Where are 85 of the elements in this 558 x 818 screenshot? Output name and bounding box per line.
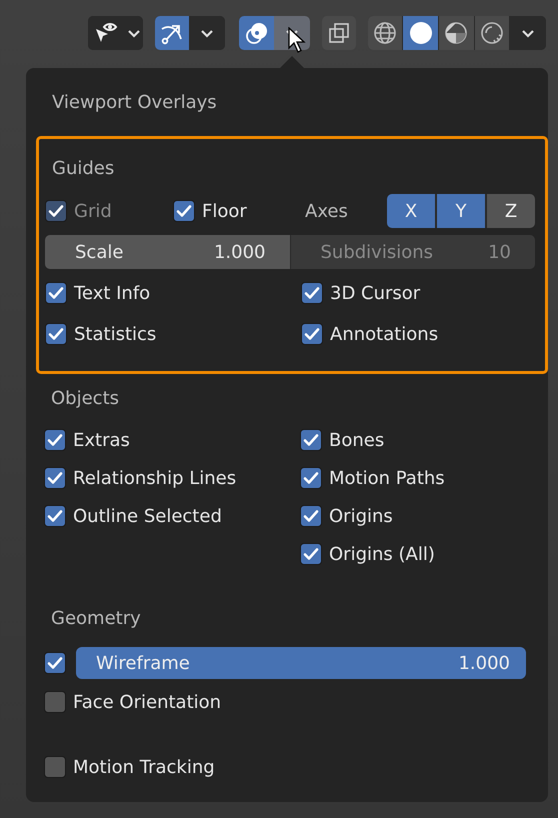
checkbox-square[interactable] bbox=[45, 282, 67, 304]
checkbox-label: Relationship Lines bbox=[73, 468, 236, 488]
wireframe-slider[interactable]: Wireframe 1.000 bbox=[76, 647, 526, 679]
section-heading: Objects bbox=[50, 388, 120, 411]
caret-icon bbox=[126, 28, 141, 38]
checkbox-square[interactable] bbox=[44, 467, 66, 489]
checkbox[interactable]: Origins bbox=[300, 502, 548, 530]
checkbox-label: Origins bbox=[329, 506, 393, 526]
checkmark-icon bbox=[176, 204, 192, 218]
scale-field[interactable]: Scale 1.000 bbox=[45, 235, 290, 269]
checkbox-square[interactable] bbox=[300, 429, 322, 451]
axis-toggle[interactable]: Z bbox=[487, 194, 535, 228]
checkbox-label: Face Orientation bbox=[73, 692, 222, 712]
overlay-circles-icon bbox=[244, 20, 270, 46]
sphere-icon bbox=[408, 21, 433, 45]
overlay-toggle[interactable] bbox=[238, 16, 274, 50]
checkbox-square[interactable] bbox=[301, 282, 323, 304]
checkbox[interactable]: Bones bbox=[300, 426, 548, 454]
shading-button[interactable] bbox=[439, 16, 474, 50]
checkmark-icon bbox=[48, 204, 64, 218]
checkmark-icon bbox=[48, 286, 64, 300]
checkbox[interactable]: Statistics bbox=[45, 320, 301, 348]
checkbox-square[interactable] bbox=[45, 323, 67, 345]
checkbox[interactable]: Face Orientation bbox=[44, 688, 300, 716]
checkbox[interactable]: Motion Paths bbox=[300, 464, 548, 492]
checkbox-square[interactable] bbox=[173, 200, 195, 222]
checkbox[interactable]: Text Info bbox=[45, 279, 301, 307]
checkmark-icon bbox=[304, 286, 320, 300]
checkmark-icon bbox=[47, 509, 63, 523]
checkmark-icon bbox=[47, 656, 63, 670]
overlapping-squares-icon bbox=[326, 21, 351, 45]
checkmark-icon bbox=[303, 509, 319, 523]
checkmark-icon bbox=[47, 471, 63, 485]
checkmark-icon bbox=[303, 547, 319, 561]
checkbox-label: Grid bbox=[74, 200, 112, 222]
axis-toggle[interactable]: X bbox=[387, 194, 435, 228]
checkbox-square[interactable] bbox=[300, 467, 322, 489]
checkmark-icon bbox=[48, 327, 64, 341]
shading-button[interactable] bbox=[368, 16, 402, 50]
checkbox-square[interactable] bbox=[44, 505, 66, 527]
checkbox-label: Extras bbox=[73, 430, 130, 450]
shading-button[interactable] bbox=[403, 16, 438, 50]
checkbox[interactable]: Origins (All) bbox=[300, 540, 548, 568]
checkbox-label: Floor bbox=[202, 200, 247, 222]
checkbox-label: Origins (All) bbox=[329, 544, 435, 564]
checkbox-label: Motion Paths bbox=[329, 468, 445, 488]
section-heading: Geometry bbox=[50, 608, 142, 631]
checkbox[interactable]: Floor bbox=[173, 197, 305, 225]
checkbox-square[interactable] bbox=[44, 652, 66, 674]
checkbox[interactable]: Outline Selected bbox=[44, 502, 300, 530]
checkbox-label: Annotations bbox=[330, 324, 438, 344]
checkmark-icon bbox=[47, 433, 63, 447]
globe-icon bbox=[373, 21, 398, 45]
checkbox[interactable]: Extras bbox=[44, 426, 300, 454]
checkbox-label: Statistics bbox=[74, 324, 156, 344]
axes-label: Axes bbox=[305, 200, 348, 222]
checkbox[interactable]: Annotations bbox=[301, 320, 535, 348]
checkbox[interactable]: Motion Tracking bbox=[44, 753, 548, 781]
mouse-cursor-icon bbox=[288, 27, 306, 53]
checkbox-square[interactable] bbox=[300, 505, 322, 527]
checkbox-square[interactable] bbox=[44, 691, 66, 713]
checkbox-label: 3D Cursor bbox=[330, 282, 420, 304]
checkmark-icon bbox=[303, 433, 319, 447]
checkbox-label: Motion Tracking bbox=[73, 756, 215, 778]
checkmark-icon bbox=[304, 327, 320, 341]
checkbox-label: Bones bbox=[329, 430, 384, 450]
popover-title: Viewport Overlays bbox=[51, 92, 218, 115]
checkmark-icon bbox=[303, 471, 319, 485]
checkbox[interactable]: Relationship Lines bbox=[44, 464, 300, 492]
checkbox-label: Text Info bbox=[74, 282, 150, 304]
checkbox-label: Outline Selected bbox=[73, 506, 222, 526]
axis-toggle[interactable]: Y bbox=[437, 194, 485, 228]
glossy-sphere-icon bbox=[480, 21, 504, 45]
xray-toggle[interactable] bbox=[322, 16, 356, 50]
shaded-sphere-icon bbox=[444, 21, 468, 45]
checkbox-square[interactable] bbox=[300, 543, 322, 565]
checkbox-square[interactable] bbox=[301, 323, 323, 345]
shading-button[interactable] bbox=[474, 16, 510, 50]
gizmo-toggle[interactable] bbox=[155, 16, 190, 50]
checkbox[interactable]: 3D Cursor bbox=[301, 279, 535, 307]
caret-icon bbox=[200, 28, 214, 38]
section-heading: Guides bbox=[51, 158, 116, 181]
checkbox-square[interactable] bbox=[44, 429, 66, 451]
caret-icon bbox=[521, 28, 536, 38]
checkbox-square[interactable] bbox=[44, 756, 66, 778]
